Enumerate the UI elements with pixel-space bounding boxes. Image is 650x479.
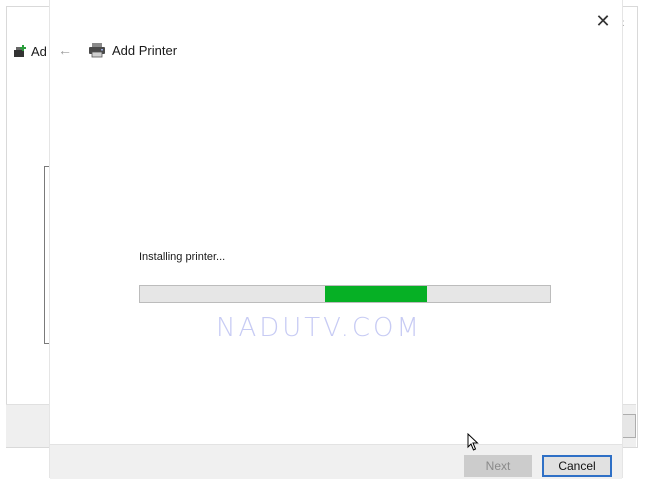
install-progress-bar [139, 285, 551, 303]
background-window-title: Ad [13, 44, 47, 59]
dialog-footer: Next Cancel [50, 444, 622, 479]
watermark-text: NADUTV.COM [216, 313, 422, 343]
add-printer-icon [14, 44, 26, 57]
close-icon: ✕ [595, 10, 611, 31]
mouse-cursor-icon [467, 433, 479, 451]
add-printer-dialog: ✕ ← Add Printer Installing printer... NA… [50, 0, 622, 479]
dialog-title: Add Printer [112, 42, 178, 58]
cancel-button[interactable]: Cancel [542, 455, 612, 477]
next-button[interactable]: Next [464, 455, 532, 477]
background-title-text: Ad [31, 44, 47, 59]
installing-status-text: Installing printer... [139, 251, 226, 263]
printer-icon [89, 43, 105, 58]
close-button[interactable]: ✕ [592, 10, 614, 32]
background-button-fragment [622, 414, 636, 438]
progress-fill [324, 286, 427, 302]
back-arrow-icon[interactable]: ← [58, 42, 80, 58]
dialog-header: ← Add Printer [58, 42, 177, 58]
